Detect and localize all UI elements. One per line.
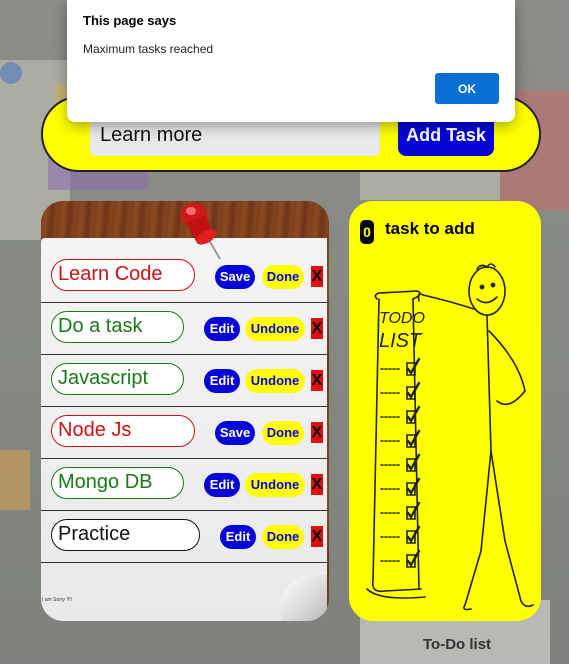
delete-icon[interactable]: X (311, 370, 323, 391)
task-count-label: task to add (385, 219, 475, 238)
undone-button[interactable]: Undone (245, 317, 305, 341)
task-text-field[interactable]: Node Js (51, 415, 195, 447)
save-button[interactable]: Save (215, 421, 255, 445)
footer-note: I am Sorry !!!! (42, 597, 73, 603)
stick-figure-todo-illustration: TODO LIST (366, 263, 534, 611)
svg-text:LIST: LIST (379, 330, 423, 352)
task-row: Javascript Edit Undone X (41, 355, 329, 407)
edit-button[interactable]: Edit (204, 317, 240, 341)
edit-button[interactable]: Edit (204, 369, 240, 393)
dialog-ok-button[interactable]: OK (435, 73, 499, 104)
undone-button[interactable]: Undone (245, 369, 305, 393)
task-row: Do a task Edit Undone X (41, 303, 329, 355)
svg-text:TODO: TODO (379, 310, 425, 327)
task-input[interactable]: Learn more (90, 116, 380, 156)
background-sticky-note (0, 450, 30, 510)
task-text-field[interactable]: Mongo DB (51, 467, 184, 499)
task-list-panel: Learn Code Save Done X Do a task Edit Un… (41, 201, 329, 621)
task-row: Practice Edit Done X (41, 511, 329, 563)
delete-icon[interactable]: X (311, 474, 323, 495)
edit-button[interactable]: Edit (204, 473, 240, 497)
task-row: Node Js Save Done X (41, 407, 329, 459)
task-row: Mongo DB Edit Undone X (41, 459, 329, 511)
delete-icon[interactable]: X (311, 266, 323, 287)
done-button[interactable]: Done (262, 421, 304, 445)
dialog-title: This page says (83, 13, 177, 28)
undone-button[interactable]: Undone (245, 473, 305, 497)
delete-icon[interactable]: X (311, 526, 323, 547)
save-button[interactable]: Save (215, 265, 255, 289)
delete-icon[interactable]: X (311, 318, 323, 339)
alert-dialog: This page says Maximum tasks reached OK (67, 0, 515, 122)
task-text-field[interactable]: Javascript (51, 363, 184, 395)
page-curl (281, 575, 327, 621)
task-text-field[interactable]: Practice (51, 519, 200, 551)
task-info-panel: 0 task to add TODO LIST (349, 201, 541, 621)
done-button[interactable]: Done (262, 265, 304, 289)
dialog-message: Maximum tasks reached (83, 42, 214, 56)
background-pin-icon (0, 62, 22, 84)
background-todo-label: To-Do list (423, 636, 492, 653)
done-button[interactable]: Done (262, 525, 304, 549)
task-text-field[interactable]: Do a task (51, 311, 184, 343)
task-text-field[interactable]: Learn Code (51, 259, 195, 291)
background-paper (360, 170, 500, 200)
edit-button[interactable]: Edit (220, 525, 256, 549)
task-count-badge: 0 (360, 220, 374, 244)
delete-icon[interactable]: X (311, 422, 323, 443)
pushpin-icon (181, 203, 221, 260)
